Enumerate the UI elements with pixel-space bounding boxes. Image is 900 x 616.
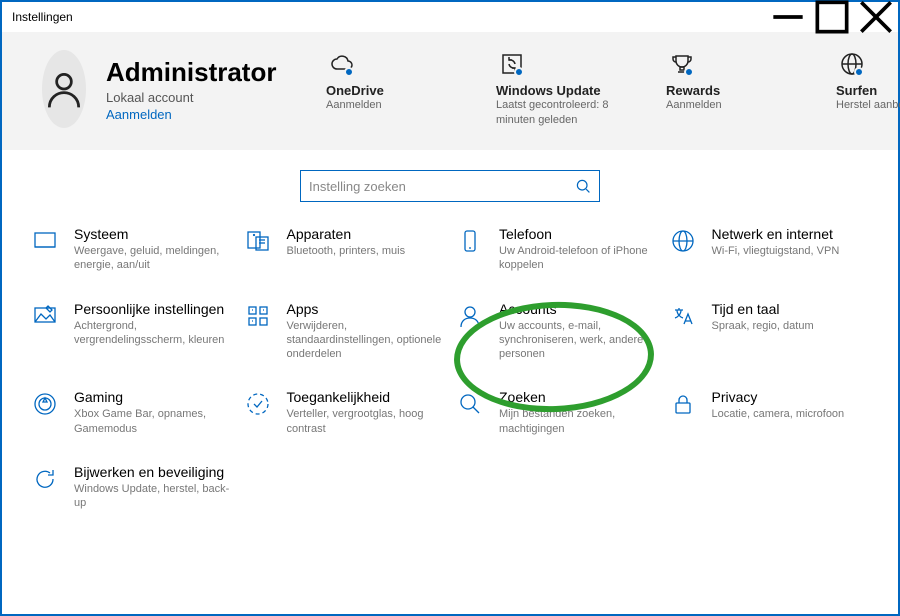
category-title: Toegankelijkheid	[287, 389, 446, 405]
search-input[interactable]: Instelling zoeken	[300, 170, 600, 202]
category-subtitle: Verteller, vergrootglas, hoog contrast	[287, 407, 446, 436]
category-title: Bijwerken en beveiliging	[74, 464, 233, 480]
minimize-button[interactable]	[766, 2, 810, 32]
category-title: Apparaten	[287, 226, 406, 242]
category-globe[interactable]: Netwerk en internet Wi-Fi, vliegtuigstand…	[668, 226, 871, 273]
category-access[interactable]: Toegankelijkheid Verteller, vergrootglas,…	[243, 389, 446, 436]
person-icon	[455, 301, 485, 331]
category-subtitle: Windows Update, herstel, back-up	[74, 482, 233, 511]
header-item-title: OneDrive	[326, 83, 446, 98]
gaming-icon	[30, 389, 60, 419]
sync-icon	[496, 51, 528, 77]
header-item-subtitle: Laatst gecontroleerd: 8 minuten geleden	[496, 98, 616, 127]
trophy-icon	[666, 51, 698, 77]
category-phone[interactable]: Telefoon Uw Android-telefoon of iPhone ko…	[455, 226, 658, 273]
search-icon	[455, 389, 485, 419]
category-lang[interactable]: Tijd en taal Spraak, regio, datum	[668, 301, 871, 362]
globe-icon	[668, 226, 698, 256]
window-controls	[766, 2, 898, 32]
monitor-icon	[30, 226, 60, 256]
search-placeholder: Instelling zoeken	[309, 179, 406, 194]
maximize-button[interactable]	[810, 2, 854, 32]
category-devices[interactable]: Apparaten Bluetooth, printers, muis	[243, 226, 446, 273]
category-title: Zoeken	[499, 389, 658, 405]
close-button[interactable]	[854, 2, 898, 32]
apps-icon	[243, 301, 273, 331]
signin-link[interactable]: Aanmelden	[106, 107, 306, 122]
category-subtitle: Weergave, geluid, meldingen, energie, aa…	[74, 244, 233, 273]
lock-icon	[668, 389, 698, 419]
refresh-icon	[30, 464, 60, 494]
category-subtitle: Locatie, camera, microfoon	[712, 407, 845, 421]
category-title: Systeem	[74, 226, 233, 242]
globe-icon	[836, 51, 868, 77]
category-subtitle: Wi-Fi, vliegtuigstand, VPN	[712, 244, 840, 258]
header-item-subtitle: Herstel aanbevolen	[836, 98, 900, 112]
category-brush[interactable]: Persoonlijke instellingen Achtergrond, ve…	[30, 301, 233, 362]
titlebar: Instellingen	[2, 2, 898, 32]
category-subtitle: Spraak, regio, datum	[712, 319, 814, 333]
category-title: Accounts	[499, 301, 658, 317]
header-item-subtitle: Aanmelden	[666, 98, 786, 112]
category-title: Telefoon	[499, 226, 658, 242]
search-icon	[575, 178, 591, 194]
user-avatar[interactable]	[42, 50, 86, 128]
header-item-title: Windows Update	[496, 83, 616, 98]
window-title: Instellingen	[12, 10, 73, 24]
category-lock[interactable]: Privacy Locatie, camera, microfoon	[668, 389, 871, 436]
category-refresh[interactable]: Bijwerken en beveiliging Windows Update, …	[30, 464, 233, 511]
brush-icon	[30, 301, 60, 331]
header-item-globe[interactable]: SurfenHerstel aanbevolen	[836, 51, 900, 127]
search-bar: Instelling zoeken	[2, 150, 898, 226]
header-items: OneDriveAanmeldenWindows UpdateLaatst ge…	[326, 51, 900, 127]
header-item-cloud[interactable]: OneDriveAanmelden	[326, 51, 446, 127]
category-subtitle: Uw accounts, e-mail, synchroniseren, wer…	[499, 319, 658, 362]
category-subtitle: Bluetooth, printers, muis	[287, 244, 406, 258]
devices-icon	[243, 226, 273, 256]
header-item-title: Rewards	[666, 83, 786, 98]
header-item-trophy[interactable]: RewardsAanmelden	[666, 51, 786, 127]
category-subtitle: Uw Android-telefoon of iPhone koppelen	[499, 244, 658, 273]
header-item-sync[interactable]: Windows UpdateLaatst gecontroleerd: 8 mi…	[496, 51, 616, 127]
category-subtitle: Mijn bestanden zoeken, machtigingen	[499, 407, 658, 436]
category-gaming[interactable]: Gaming Xbox Game Bar, opnames, Gamemodus	[30, 389, 233, 436]
category-title: Persoonlijke instellingen	[74, 301, 233, 317]
category-subtitle: Verwijderen, standaardinstellingen, opti…	[287, 319, 446, 362]
category-person[interactable]: Accounts Uw accounts, e-mail, synchronise…	[455, 301, 658, 362]
category-subtitle: Achtergrond, vergrendelingsscherm, kleur…	[74, 319, 233, 348]
category-title: Apps	[287, 301, 446, 317]
user-subtitle: Lokaal account	[106, 90, 306, 105]
user-block: Administrator Lokaal account Aanmelden	[106, 57, 306, 122]
category-apps[interactable]: Apps Verwijderen, standaardinstellingen, …	[243, 301, 446, 362]
header-item-title: Surfen	[836, 83, 900, 98]
category-subtitle: Xbox Game Bar, opnames, Gamemodus	[74, 407, 233, 436]
access-icon	[243, 389, 273, 419]
category-monitor[interactable]: Systeem Weergave, geluid, meldingen, ener…	[30, 226, 233, 273]
category-title: Tijd en taal	[712, 301, 814, 317]
category-grid: Systeem Weergave, geluid, meldingen, ener…	[2, 226, 898, 531]
lang-icon	[668, 301, 698, 331]
phone-icon	[455, 226, 485, 256]
category-title: Privacy	[712, 389, 845, 405]
category-title: Netwerk en internet	[712, 226, 840, 242]
header: Administrator Lokaal account Aanmelden O…	[2, 32, 898, 150]
cloud-icon	[326, 51, 358, 77]
category-title: Gaming	[74, 389, 233, 405]
user-name: Administrator	[106, 57, 306, 88]
header-item-subtitle: Aanmelden	[326, 98, 446, 112]
category-search[interactable]: Zoeken Mijn bestanden zoeken, machtiginge…	[455, 389, 658, 436]
